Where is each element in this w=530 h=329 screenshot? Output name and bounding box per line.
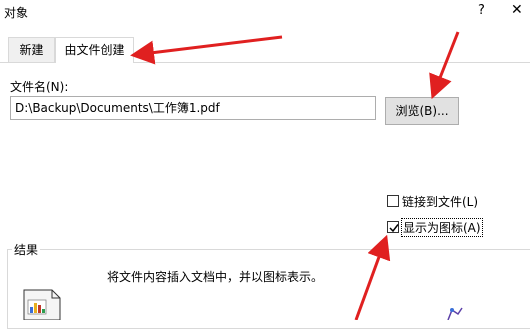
result-description: 将文件内容插入文档中，并以图标表示。: [107, 270, 324, 284]
help-button[interactable]: ?: [478, 3, 485, 18]
link-to-file-checkbox[interactable]: [387, 195, 399, 207]
arrow-to-tab: [130, 35, 283, 65]
link-to-file-label[interactable]: 链接到文件(L): [402, 193, 478, 210]
object-dialog: 对象 ? ✕ 新建 由文件创建 文件名(N): D:\Backup\Docume…: [0, 0, 530, 329]
result-group-label: 结果: [12, 241, 41, 258]
document-icon: [23, 289, 61, 320]
file-name-input[interactable]: D:\Backup\Documents\工作簿1.pdf: [10, 96, 376, 120]
display-as-icon-label[interactable]: 显示为图标(A): [401, 218, 483, 237]
preview-icon: [447, 307, 463, 320]
file-name-label: 文件名(N):: [10, 80, 69, 94]
tab-from-file[interactable]: 由文件创建: [55, 37, 134, 63]
dialog-title: 对象: [4, 6, 29, 20]
arrow-to-browse: [429, 31, 460, 100]
tab-new[interactable]: 新建: [8, 37, 55, 62]
checkmark-icon: [389, 224, 399, 233]
close-button[interactable]: ✕: [511, 2, 523, 18]
display-as-icon-checkbox[interactable]: [387, 221, 399, 233]
browse-button[interactable]: 浏览(B)...: [385, 97, 459, 125]
